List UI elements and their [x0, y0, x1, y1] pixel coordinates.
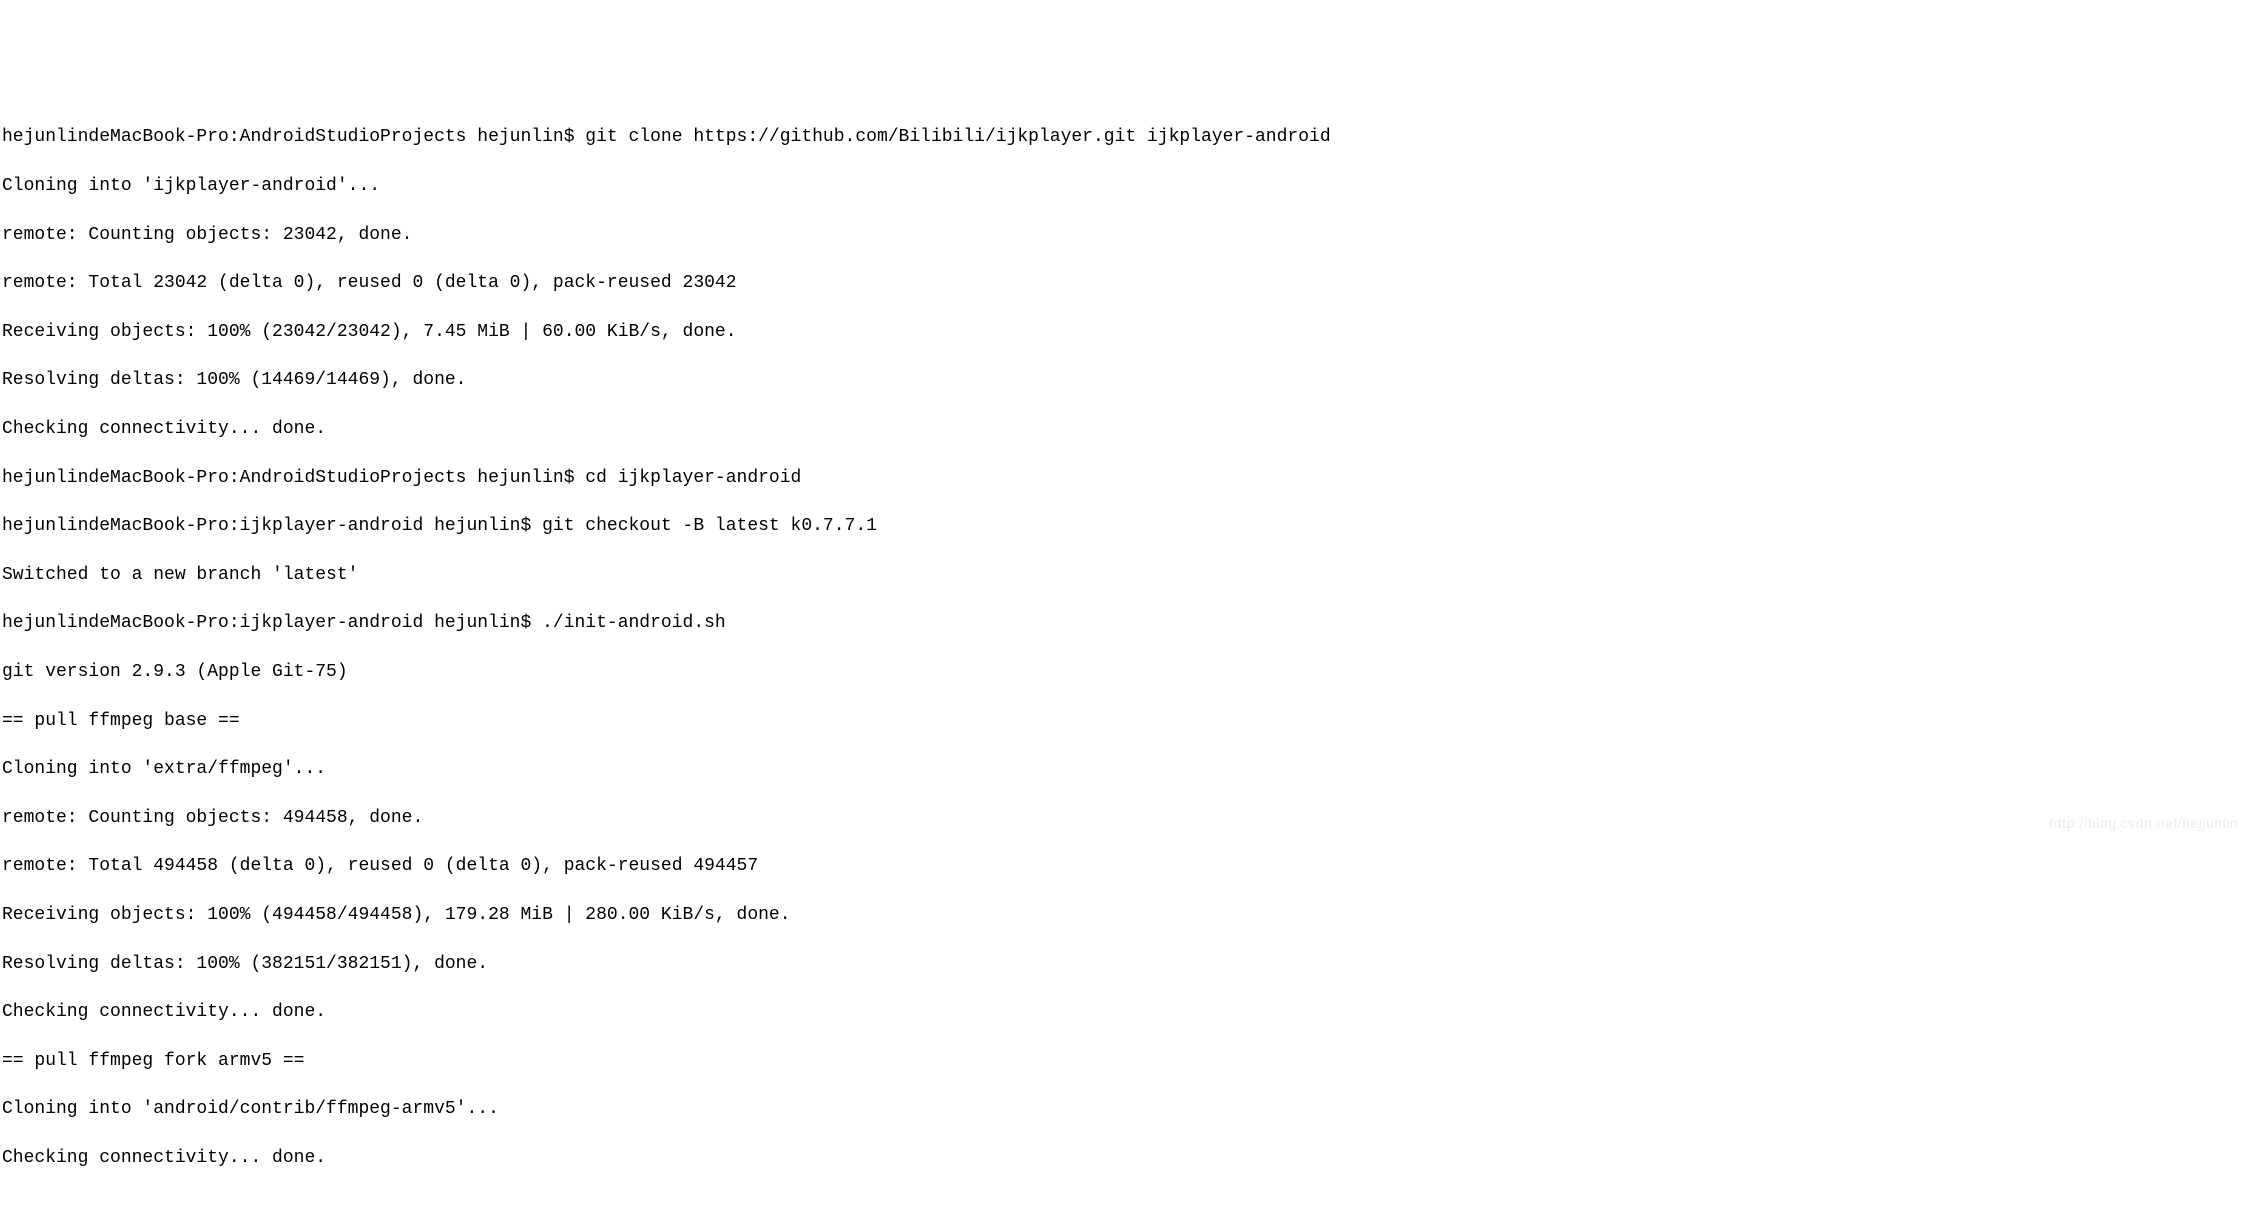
terminal-line: remote: Total 23042 (delta 0), reused 0 …	[2, 271, 2246, 295]
terminal-line: hejunlindeMacBook-Pro:ijkplayer-android …	[2, 514, 2246, 538]
terminal-line: == pull ffmpeg fork armv5 ==	[2, 1049, 2246, 1073]
terminal-line: hejunlindeMacBook-Pro:ijkplayer-android …	[2, 611, 2246, 635]
terminal-line: == pull ffmpeg base ==	[2, 709, 2246, 733]
terminal-line: Cloning into 'android/contrib/ffmpeg-arm…	[2, 1097, 2246, 1121]
terminal-line: Switched to a new branch 'latest'	[2, 563, 2246, 587]
terminal-line: remote: Counting objects: 494458, done.	[2, 806, 2246, 830]
terminal-line: Receiving objects: 100% (494458/494458),…	[2, 903, 2246, 927]
terminal-line: hejunlindeMacBook-Pro:AndroidStudioProje…	[2, 466, 2246, 490]
watermark-text: http://blog.csdn.net/hejjunlin	[2049, 814, 2238, 833]
terminal-line: Checking connectivity... done.	[2, 1146, 2246, 1170]
terminal-line: Checking connectivity... done.	[2, 1000, 2246, 1024]
terminal-line: Cloning into 'ijkplayer-android'...	[2, 174, 2246, 198]
terminal-line: Receiving objects: 100% (23042/23042), 7…	[2, 320, 2246, 344]
terminal-line: Checking connectivity... done.	[2, 417, 2246, 441]
terminal-line: remote: Counting objects: 23042, done.	[2, 223, 2246, 247]
terminal-line: hejunlindeMacBook-Pro:AndroidStudioProje…	[2, 125, 2246, 149]
terminal-line: remote: Total 494458 (delta 0), reused 0…	[2, 854, 2246, 878]
terminal-line: git version 2.9.3 (Apple Git-75)	[2, 660, 2246, 684]
terminal-line: Resolving deltas: 100% (382151/382151), …	[2, 952, 2246, 976]
terminal-line: Resolving deltas: 100% (14469/14469), do…	[2, 368, 2246, 392]
terminal-window[interactable]: hejunlindeMacBook-Pro:AndroidStudioProje…	[2, 101, 2246, 841]
terminal-line: Cloning into 'extra/ffmpeg'...	[2, 757, 2246, 781]
